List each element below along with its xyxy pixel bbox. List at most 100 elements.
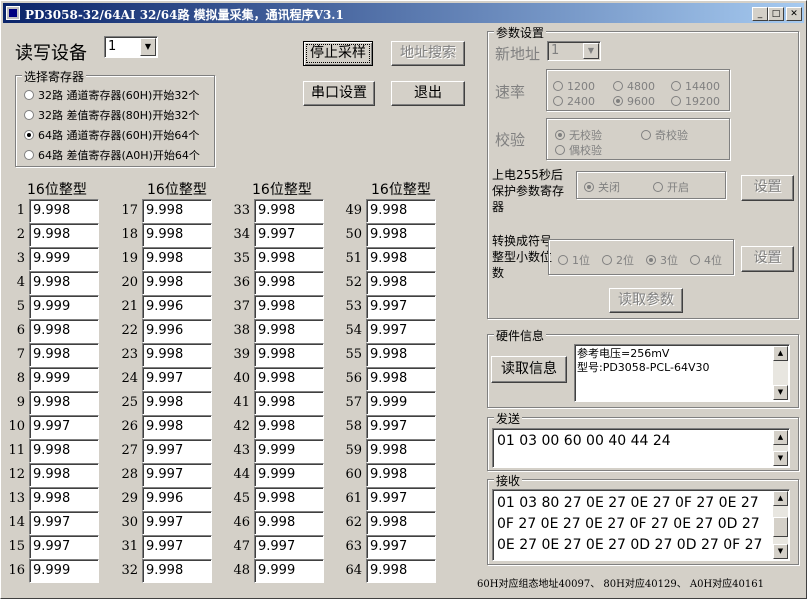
read-params-button[interactable]: 读取参数 [609, 288, 683, 313]
read-info-button[interactable]: 读取信息 [491, 356, 567, 383]
channel-value-field[interactable]: 9.998 [366, 367, 436, 391]
chevron-down-icon[interactable]: ▼ [583, 43, 599, 59]
scroll-down-icon[interactable]: ▼ [773, 451, 788, 466]
protect-option-2[interactable]: 开启 [653, 179, 689, 195]
channel-value-field[interactable]: 9.998 [29, 487, 99, 511]
channel-value-field[interactable]: 9.997 [366, 487, 436, 511]
channel-value-field[interactable]: 9.999 [29, 247, 99, 271]
channel-value-field[interactable]: 9.998 [29, 343, 99, 367]
channel-value-field[interactable]: 9.998 [366, 439, 436, 463]
channel-value-field[interactable]: 9.996 [142, 295, 212, 319]
channel-value-field[interactable]: 9.998 [142, 343, 212, 367]
channel-value-field[interactable]: 9.998 [254, 295, 324, 319]
channel-value-field[interactable]: 9.998 [254, 391, 324, 415]
scroll-down-icon[interactable]: ▼ [773, 544, 788, 559]
channel-value-field[interactable]: 9.998 [254, 511, 324, 535]
channel-value-field[interactable]: 9.997 [142, 439, 212, 463]
channel-value-field[interactable]: 9.998 [254, 199, 324, 223]
decimal-option-3[interactable]: 3位 [646, 252, 678, 268]
channel-value-field[interactable]: 9.997 [29, 535, 99, 559]
channel-value-field[interactable]: 9.999 [366, 391, 436, 415]
channel-value-field[interactable]: 9.997 [254, 535, 324, 559]
receive-scrollbar[interactable]: ▲ ▼ [773, 491, 788, 559]
address-search-button[interactable]: 地址搜索 [391, 41, 465, 66]
decimal-option-2[interactable]: 2位 [602, 252, 634, 268]
scroll-up-icon[interactable]: ▲ [773, 430, 788, 445]
hardware-scrollbar[interactable]: ▲ ▼ [773, 346, 788, 400]
device-select[interactable]: 1 ▼ [104, 36, 158, 58]
protect-option-1[interactable]: 关闭 [584, 179, 620, 195]
minimize-icon[interactable]: _ [752, 7, 768, 21]
channel-value-field[interactable]: 9.997 [142, 511, 212, 535]
channel-value-field[interactable]: 9.999 [254, 559, 324, 583]
channel-value-field[interactable]: 9.997 [29, 511, 99, 535]
channel-value-field[interactable]: 9.999 [29, 559, 99, 583]
rate-option-2400[interactable]: 2400 [553, 95, 595, 108]
channel-value-field[interactable]: 9.998 [366, 247, 436, 271]
channel-value-field[interactable]: 9.997 [142, 463, 212, 487]
channel-value-field[interactable]: 9.998 [142, 247, 212, 271]
channel-value-field[interactable]: 9.998 [254, 487, 324, 511]
scroll-thumb[interactable] [773, 517, 788, 537]
serial-settings-button[interactable]: 串口设置 [303, 81, 375, 106]
channel-value-field[interactable]: 9.998 [366, 271, 436, 295]
channel-value-field[interactable]: 9.997 [142, 367, 212, 391]
channel-value-field[interactable]: 9.998 [142, 223, 212, 247]
scroll-down-icon[interactable]: ▼ [773, 385, 788, 400]
channel-value-field[interactable]: 9.997 [142, 535, 212, 559]
decimal-option-1[interactable]: 1位 [558, 252, 590, 268]
send-text-box[interactable]: 01 03 00 60 00 40 44 24 ▲ ▼ [492, 428, 790, 468]
register-option-4[interactable]: 64路 差值寄存器(A0H)开始64个 [24, 147, 200, 163]
channel-value-field[interactable]: 9.997 [254, 223, 324, 247]
receive-text-box[interactable]: 01 03 80 27 0E 27 0E 27 0F 27 0E 27 0F 2… [492, 489, 790, 561]
channel-value-field[interactable]: 9.996 [142, 487, 212, 511]
parity-option-2[interactable]: 奇校验 [641, 127, 688, 143]
channel-value-field[interactable]: 9.998 [366, 559, 436, 583]
send-scrollbar[interactable]: ▲ ▼ [773, 430, 788, 466]
channel-value-field[interactable]: 9.998 [142, 559, 212, 583]
channel-value-field[interactable]: 9.999 [254, 439, 324, 463]
register-option-1[interactable]: 32路 通道寄存器(60H)开始32个 [24, 87, 199, 103]
register-option-2[interactable]: 32路 差值寄存器(80H)开始32个 [24, 107, 199, 123]
parity-option-1[interactable]: 无校验 [555, 127, 602, 143]
channel-value-field[interactable]: 9.997 [366, 319, 436, 343]
channel-value-field[interactable]: 9.999 [29, 367, 99, 391]
channel-value-field[interactable]: 9.999 [254, 463, 324, 487]
channel-value-field[interactable]: 9.998 [366, 199, 436, 223]
rate-option-9600[interactable]: 9600 [613, 95, 655, 108]
rate-option-14400[interactable]: 14400 [671, 80, 720, 93]
channel-value-field[interactable]: 9.998 [29, 271, 99, 295]
channel-value-field[interactable]: 9.998 [29, 391, 99, 415]
channel-value-field[interactable]: 9.998 [254, 271, 324, 295]
exit-button[interactable]: 退出 [391, 81, 465, 106]
new-address-select[interactable]: 1 ▼ [547, 41, 601, 61]
channel-value-field[interactable]: 9.998 [29, 199, 99, 223]
channel-value-field[interactable]: 9.998 [254, 343, 324, 367]
channel-value-field[interactable]: 9.997 [29, 415, 99, 439]
channel-value-field[interactable]: 9.996 [142, 319, 212, 343]
chevron-down-icon[interactable]: ▼ [140, 38, 156, 56]
title-bar[interactable]: PD3058-32/64AI 32/64路 模拟量采集，通讯程序V3.1 _ □… [3, 3, 804, 23]
maximize-icon[interactable]: □ [768, 7, 784, 21]
channel-value-field[interactable]: 9.998 [29, 223, 99, 247]
rate-option-1200[interactable]: 1200 [553, 80, 595, 93]
decimal-option-4[interactable]: 4位 [690, 252, 722, 268]
channel-value-field[interactable]: 9.998 [29, 439, 99, 463]
parity-option-3[interactable]: 偶校验 [555, 142, 602, 158]
channel-value-field[interactable]: 9.998 [29, 319, 99, 343]
channel-value-field[interactable]: 9.997 [366, 535, 436, 559]
rate-option-19200[interactable]: 19200 [671, 95, 720, 108]
register-option-3[interactable]: 64路 通道寄存器(60H)开始64个 [24, 127, 199, 143]
channel-value-field[interactable]: 9.998 [142, 199, 212, 223]
channel-value-field[interactable]: 9.998 [366, 511, 436, 535]
channel-value-field[interactable]: 9.998 [366, 223, 436, 247]
channel-value-field[interactable]: 9.998 [254, 415, 324, 439]
channel-value-field[interactable]: 9.998 [254, 367, 324, 391]
channel-value-field[interactable]: 9.998 [142, 415, 212, 439]
stop-sampling-button[interactable]: 停止采样 [303, 41, 373, 66]
decimal-set-button[interactable]: 设置 [741, 246, 794, 272]
scroll-up-icon[interactable]: ▲ [773, 346, 788, 361]
channel-value-field[interactable]: 9.997 [366, 295, 436, 319]
hardware-info-box[interactable]: 参考电压=256mV 型号:PD3058-PCL-64V30 ▲ ▼ [574, 344, 790, 402]
rate-option-4800[interactable]: 4800 [613, 80, 655, 93]
